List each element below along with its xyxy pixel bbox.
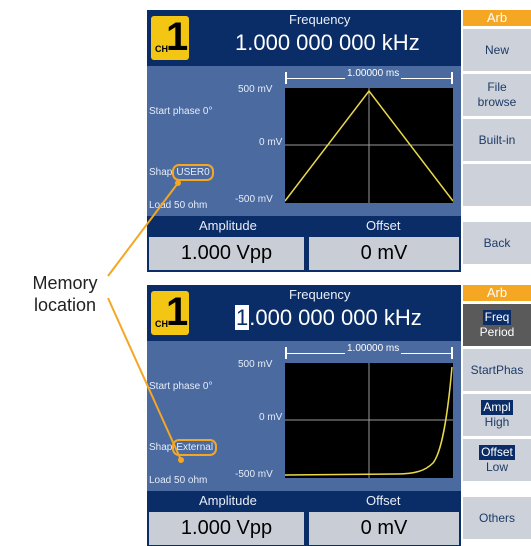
callout-dot-top xyxy=(175,180,181,186)
callout-line-to-bottom-shape xyxy=(107,297,182,461)
callout-connector-lines xyxy=(107,180,184,463)
callout-line-to-top-shape xyxy=(107,182,179,277)
callout-dot-bottom xyxy=(178,457,184,463)
